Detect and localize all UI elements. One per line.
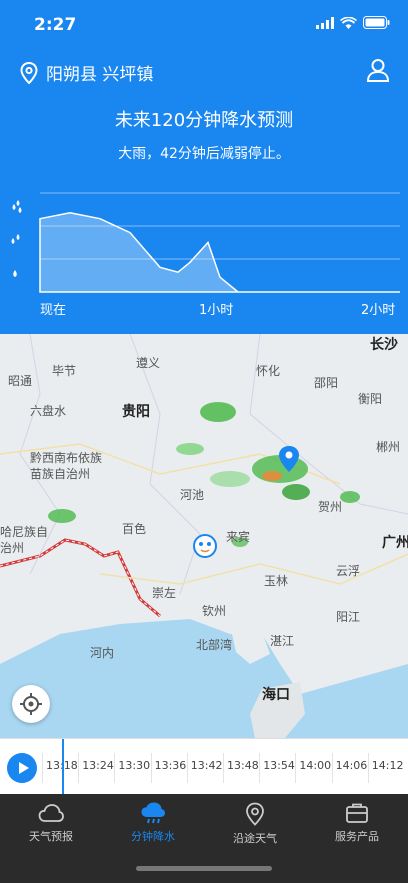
- timeline-tick-line: [78, 753, 80, 783]
- map-city: 贵阳: [122, 404, 150, 420]
- signal-icon: [316, 16, 334, 29]
- x-label-2h: 2小时: [361, 303, 396, 318]
- precipitation-chart: [11, 192, 400, 293]
- map-city: 长沙: [370, 337, 398, 353]
- tab-service-products[interactable]: 服务产品: [306, 802, 408, 844]
- map-city: 毕节: [52, 364, 77, 378]
- timeline-tick[interactable]: 13:30: [118, 759, 150, 772]
- map-city: 百色: [122, 522, 147, 536]
- map-city: 贺州: [318, 500, 343, 514]
- rain-cloud-icon: [141, 802, 165, 824]
- x-label-now: 现在: [40, 303, 67, 318]
- crosshair-icon: [20, 693, 42, 715]
- timeline-tick-line: [223, 753, 224, 783]
- timeline-tick[interactable]: 13:36: [155, 759, 187, 772]
- timeline-tick[interactable]: 14:00: [299, 759, 331, 772]
- timeline-tick-line: [367, 753, 369, 783]
- map-city: 衡阳: [358, 392, 383, 406]
- location-selector[interactable]: 阳朔县 兴坪镇: [20, 60, 153, 85]
- x-label-1h: 1小时: [199, 303, 234, 318]
- radar-timeline[interactable]: 13:1813:2413:3013:3613:4213:4813:5414:00…: [0, 738, 408, 795]
- map-city: 郴州: [376, 440, 401, 454]
- play-button[interactable]: [7, 753, 37, 783]
- map-city: 怀化: [256, 364, 281, 378]
- map-city: 云浮: [336, 564, 361, 578]
- light-rain-drop-icon: [13, 270, 17, 277]
- tab-label: 分钟降水: [131, 830, 175, 843]
- forecast-panel: 2:27 阳朔县 兴坪镇 未来120分钟降水预测 大雨，42分钟后减弱停止。 现…: [0, 0, 408, 334]
- map-city: 广州: [382, 535, 408, 551]
- briefcase-icon: [346, 803, 368, 823]
- timeline-tick-line: [114, 753, 116, 783]
- map-city: 崇左: [152, 586, 177, 600]
- map-city: 钦州: [202, 604, 227, 618]
- location-pin-icon: [246, 802, 264, 826]
- home-indicator: [136, 866, 272, 871]
- tab-label: 天气预报: [29, 830, 73, 843]
- map-city: 遵义: [136, 356, 161, 370]
- user-profile-button[interactable]: [366, 58, 392, 84]
- timeline-tick-line: [295, 753, 297, 783]
- location-pin-icon: [20, 61, 38, 84]
- timeline-tick-line: [331, 753, 333, 783]
- location-name: 阳朔县 兴坪镇: [46, 65, 154, 85]
- map-city: 海口: [262, 687, 290, 703]
- moderate-rain-drops-icon: [11, 234, 20, 244]
- map-city: 湛江: [270, 634, 295, 648]
- timeline-tick-line: [259, 753, 261, 783]
- map-city: 河内: [90, 646, 115, 660]
- map-city: 昭通: [8, 374, 33, 388]
- timeline-tick[interactable]: 13:48: [227, 759, 259, 772]
- map-background: [0, 334, 408, 738]
- map-city: 河池: [180, 488, 205, 502]
- map-city: 来宾: [226, 530, 251, 544]
- status-bar: 2:27: [0, 0, 408, 48]
- map-city: 玉林: [264, 574, 289, 588]
- tab-weather-forecast[interactable]: 天气预报: [0, 802, 102, 844]
- map-city: 六盘水: [30, 404, 67, 418]
- tab-label: 服务产品: [335, 830, 379, 843]
- status-icons: [316, 16, 390, 29]
- timeline-tick-line: [186, 753, 188, 783]
- locate-me-button[interactable]: [12, 685, 50, 723]
- timeline-tick-line: [150, 753, 152, 783]
- timeline-tick-line: [42, 753, 43, 783]
- timeline-tick[interactable]: 13:42: [191, 759, 223, 772]
- battery-icon: [363, 16, 390, 29]
- tab-route-weather[interactable]: 沿途天气: [204, 802, 306, 846]
- precipitation-area: [39, 212, 400, 293]
- forecast-subtitle: 大雨，42分钟后减弱停止。: [118, 146, 290, 162]
- map-city: 北部湾: [196, 638, 233, 652]
- chart-x-axis: 现在 1小时 2小时: [0, 299, 408, 319]
- radar-map[interactable]: 长沙 毕节 遵义 怀化 邵阳 衡阳 昭通 六盘水 贵阳 郴州 黔西南布依族苗族自…: [0, 334, 408, 738]
- user-icon: [366, 59, 390, 82]
- timeline-tick[interactable]: 13:24: [82, 759, 114, 772]
- heavy-rain-drops-icon: [12, 200, 22, 213]
- y-level-icons: [11, 200, 22, 277]
- timeline-tick[interactable]: 14:12: [372, 759, 404, 772]
- map-city: 邵阳: [314, 376, 339, 390]
- timeline-tick[interactable]: 13:54: [263, 759, 295, 772]
- status-time: 2:27: [34, 15, 77, 35]
- timeline-cursor[interactable]: [62, 739, 64, 795]
- tab-minute-precipitation[interactable]: 分钟降水: [102, 802, 204, 844]
- map-city: 黔西南布依族苗族自治州: [30, 451, 103, 481]
- wifi-icon: [340, 16, 357, 29]
- tab-label: 沿途天气: [233, 832, 277, 845]
- map-city: 阳江: [336, 610, 361, 624]
- cloud-icon: [38, 804, 64, 822]
- timeline-tick[interactable]: 14:06: [336, 759, 368, 772]
- mascot-icon: [193, 534, 217, 558]
- forecast-title: 未来120分钟降水预测: [114, 110, 294, 131]
- map-city: 哈尼族自治州: [0, 525, 49, 555]
